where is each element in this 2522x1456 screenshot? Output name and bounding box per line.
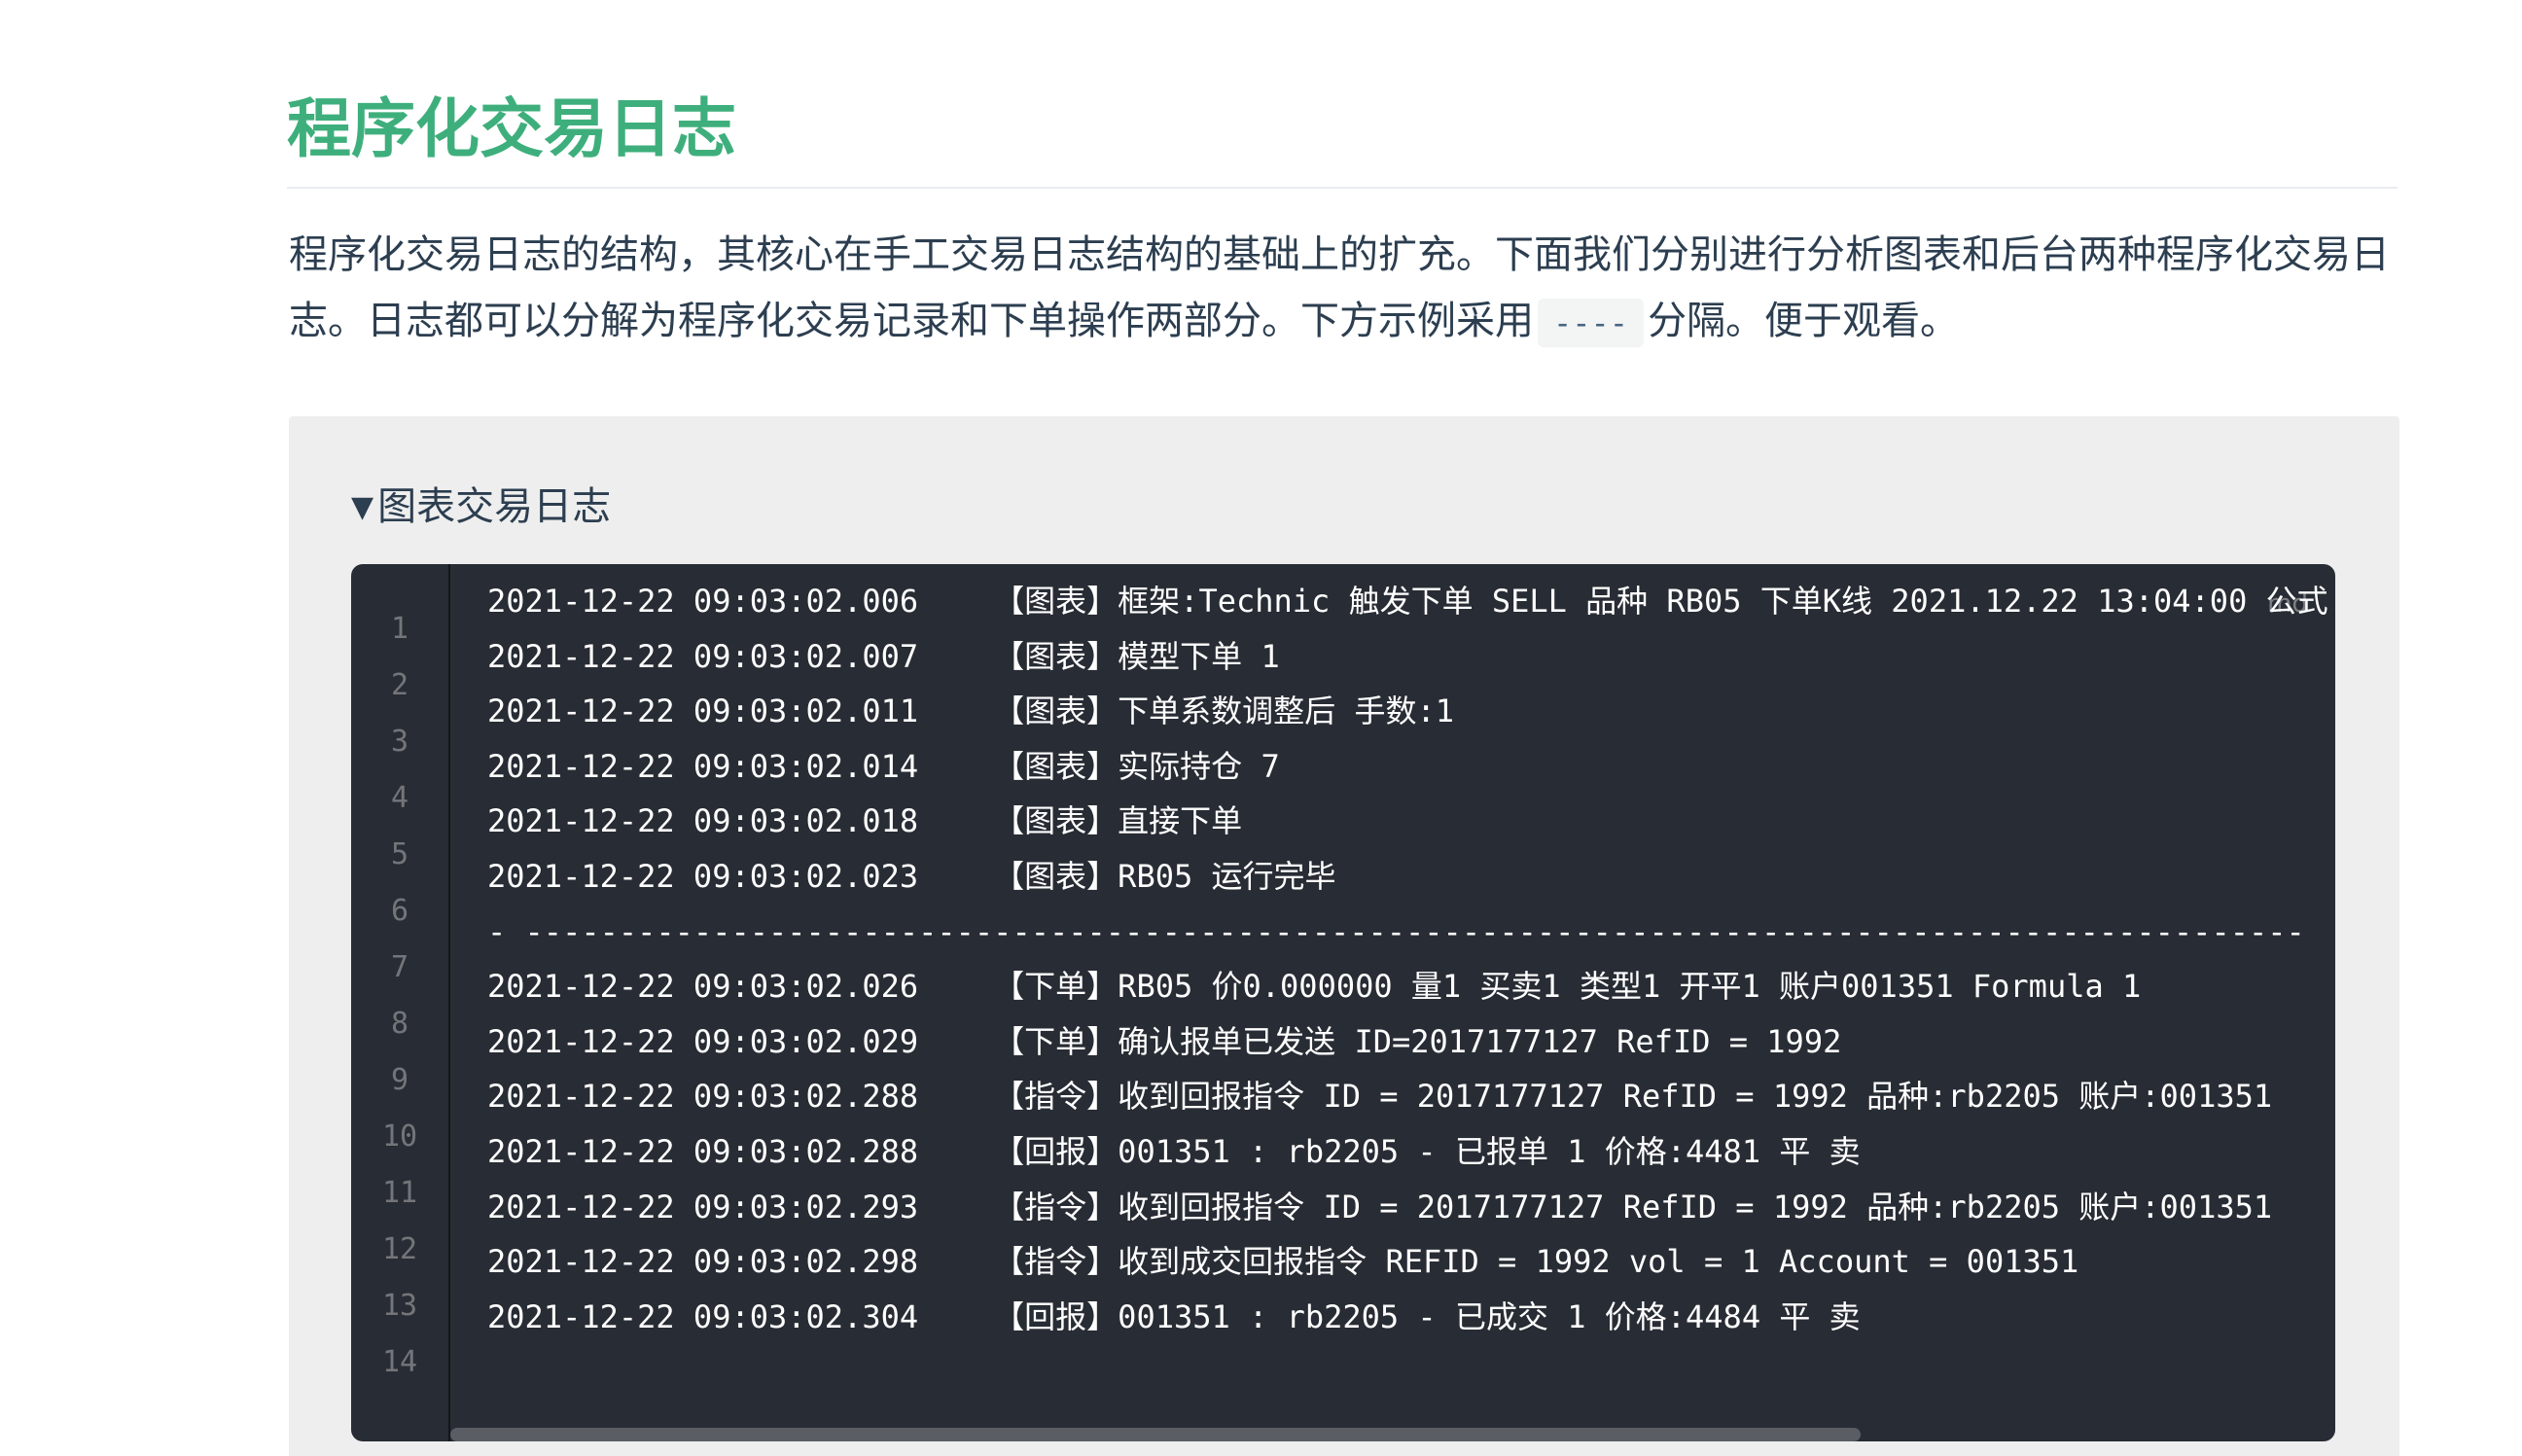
line-number: 5 — [390, 837, 409, 871]
intro-text: 程序化交易日志的结构，其核心在手工交易日志结构的基础上的扩充。下面我们分别进行分… — [289, 232, 2390, 343]
line-number: 2 — [390, 668, 409, 702]
code-line: - --------------------------------------… — [487, 912, 2305, 950]
line-number: 3 — [390, 725, 409, 759]
line-number: 13 — [381, 1289, 418, 1323]
code-line: 2021-12-22 09:03:02.018 【图表】直接下单 — [487, 802, 1243, 840]
line-number: 12 — [381, 1232, 418, 1266]
code-block: 1 2 3 4 5 6 7 8 9 10 11 12 13 14 2021-12-22 09:03:02.… — [351, 564, 2335, 1441]
code-line: 2021-12-22 09:03:02.006 【图表】框架:Technic 触… — [487, 583, 2328, 620]
language-tag: md — [2267, 589, 2308, 619]
line-number: 11 — [381, 1176, 418, 1210]
code-line: 2021-12-22 09:03:02.023 【图表】RB05 运行完毕 — [487, 858, 1336, 895]
code-line: 2021-12-22 09:03:02.007 【图表】模型下单 1 — [487, 637, 1280, 675]
intro-text-end: 分隔。便于观看。 — [1648, 299, 1960, 343]
line-number: 14 — [381, 1345, 418, 1379]
code-line: 2021-12-22 09:03:02.288 【指令】收到回报指令 ID = … — [487, 1078, 2273, 1116]
intro-paragraph: 程序化交易日志的结构，其核心在手工交易日志结构的基础上的扩充。下面我们分别进行分… — [289, 222, 2390, 356]
line-number: 1 — [390, 612, 409, 646]
line-number: 7 — [390, 950, 409, 984]
line-number: 8 — [390, 1007, 409, 1041]
code-line: 2021-12-22 09:03:02.304 【回报】001351 : rb2… — [487, 1297, 1861, 1335]
details-summary-label: 图表交易日志 — [377, 484, 612, 529]
page-title: 程序化交易日志 — [287, 86, 2398, 189]
horizontal-scrollbar[interactable] — [450, 1428, 1861, 1441]
details-container: ▼ 图表交易日志 1 2 3 4 5 6 7 8 9 10 11 12 13 14 2021-12-22 0… — [289, 416, 2399, 1456]
line-number: 9 — [390, 1063, 409, 1097]
inline-code-separator: ---- — [1538, 299, 1645, 347]
line-number: 4 — [390, 781, 409, 815]
code-content: 2021-12-22 09:03:02.006 【图表】框架:Technic 触… — [487, 564, 2335, 1401]
code-line: 2021-12-22 09:03:02.288 【回报】001351 : rb2… — [487, 1133, 1861, 1170]
triangle-down-icon: ▼ — [351, 490, 374, 524]
code-line: 2021-12-22 09:03:02.293 【指令】收到回报指令 ID = … — [487, 1188, 2273, 1225]
code-line: 2021-12-22 09:03:02.298 【指令】收到成交回报指令 REF… — [487, 1243, 2079, 1281]
code-line: 2021-12-22 09:03:02.014 【图表】实际持仓 7 — [487, 747, 1280, 785]
code-line: 2021-12-22 09:03:02.029 【下单】确认报单已发送 ID=2… — [487, 1022, 1842, 1060]
details-summary-toggle[interactable]: ▼ 图表交易日志 — [351, 479, 611, 535]
line-number-gutter: 1 2 3 4 5 6 7 8 9 10 11 12 13 14 — [351, 564, 450, 1441]
line-number: 10 — [381, 1119, 418, 1154]
code-line: 2021-12-22 09:03:02.011 【图表】下单系数调整后 手数:1 — [487, 692, 1454, 730]
line-number: 6 — [390, 894, 409, 928]
code-line: 2021-12-22 09:03:02.026 【下单】RB05 价0.0000… — [487, 968, 2142, 1006]
